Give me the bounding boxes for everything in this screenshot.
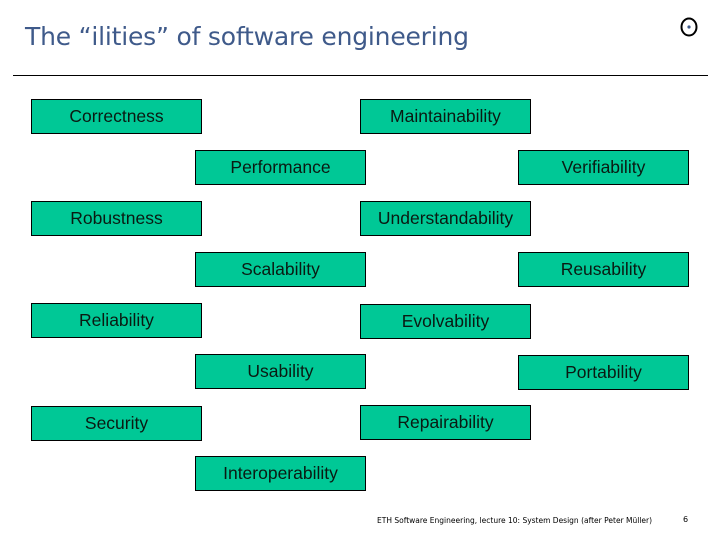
slide-footer: ETH Software Engineering, lecture 10: Sy… xyxy=(377,516,653,525)
quality-box-evolvability: Evolvability xyxy=(360,304,531,339)
quality-box-reusability: Reusability xyxy=(518,252,689,287)
quality-box-portability: Portability xyxy=(518,355,689,390)
circled-dot-logo-icon xyxy=(680,17,698,37)
quality-box-repairability: Repairability xyxy=(360,405,531,440)
quality-box-interoperability: Interoperability xyxy=(195,456,366,491)
quality-box-maintainability: Maintainability xyxy=(360,99,531,134)
quality-box-performance: Performance xyxy=(195,150,366,185)
quality-box-security: Security xyxy=(31,406,202,441)
quality-box-reliability: Reliability xyxy=(31,303,202,338)
quality-box-usability: Usability xyxy=(195,354,366,389)
quality-box-correctness: Correctness xyxy=(31,99,202,134)
quality-box-robustness: Robustness xyxy=(31,201,202,236)
page-number: 6 xyxy=(683,515,689,524)
title-divider xyxy=(13,75,708,76)
quality-box-scalability: Scalability xyxy=(195,252,366,287)
quality-box-verifiability: Verifiability xyxy=(518,150,689,185)
slide-title: The “ilities” of software engineering xyxy=(25,22,469,51)
quality-box-understandability: Understandability xyxy=(360,201,531,236)
